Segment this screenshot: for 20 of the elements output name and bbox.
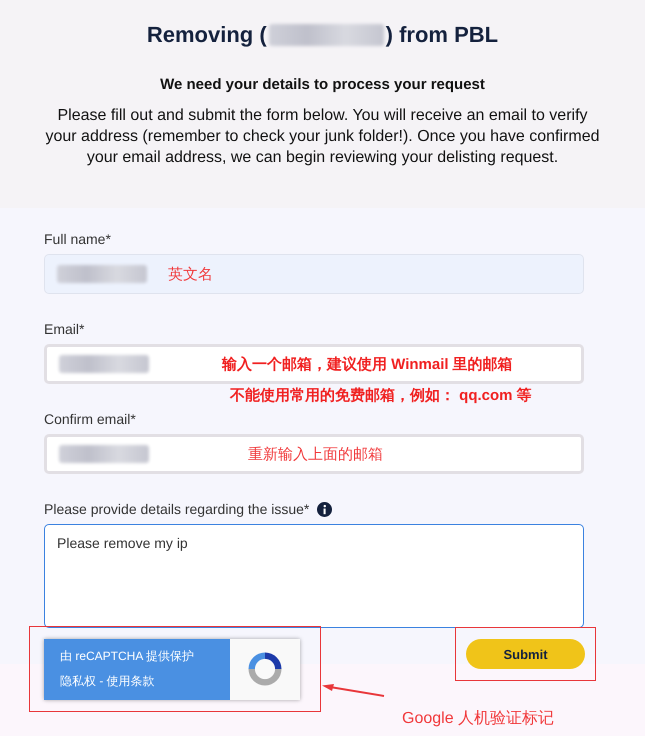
- textarea-field[interactable]: Please remove my ip: [44, 524, 584, 628]
- input-field[interactable]: [44, 254, 584, 294]
- annotation-text: 输入一个邮箱，建议使用 Winmail 里的邮箱: [222, 355, 513, 374]
- badge-text: 由 reCAPTCHA 提供保护: [60, 648, 196, 665]
- field-label: Confirm email*: [44, 411, 136, 427]
- field-label: Please provide details regarding the issue*: [44, 501, 310, 517]
- page-title: Removing (: [146, 22, 267, 48]
- subtitle: We need your details to process your request: [159, 76, 486, 93]
- page-title: ) from PBL: [386, 22, 498, 48]
- submit-button[interactable]: Submit: [466, 639, 585, 669]
- field-label: Email*: [44, 321, 84, 337]
- input-field[interactable]: [44, 344, 584, 384]
- annotation-text: 重新输入上面的邮箱: [248, 445, 383, 464]
- annotation-text: 不能使用常用的免费邮箱，例如： qq.com 等: [230, 386, 532, 405]
- input-field[interactable]: [44, 434, 584, 474]
- info-icon[interactable]: [317, 502, 332, 516]
- annotation-text: Google 人机验证标记: [402, 709, 554, 729]
- field-label: Full name*: [44, 231, 111, 247]
- annotation-text: 英文名: [168, 265, 213, 284]
- intro-text: Please fill out and submit the form below. You will receive an email to verify your address (remember to check your junk folder!). Once you have confirmed your email address, we can begin reviewing your delisting request.: [44, 106, 601, 168]
